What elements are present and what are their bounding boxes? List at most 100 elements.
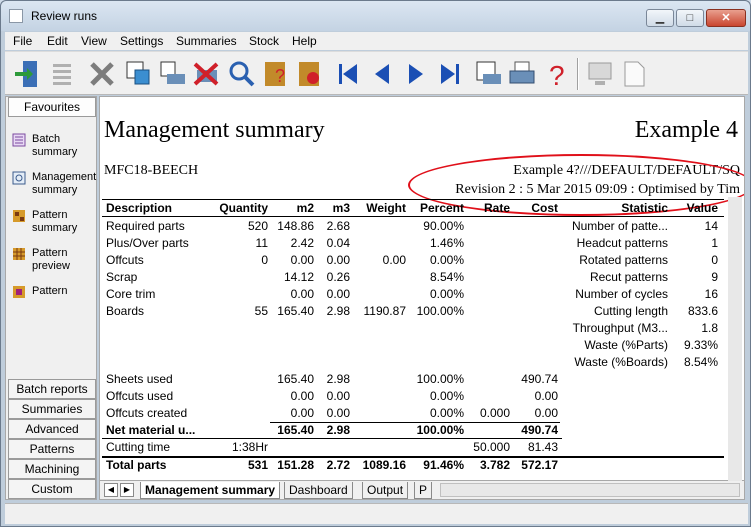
tab-batch-reports[interactable]: Batch reports — [8, 379, 96, 399]
total-parts-cell: 531 — [247, 458, 268, 472]
net-material-cell: 2.98 — [326, 423, 350, 437]
search-icon[interactable] — [227, 58, 257, 90]
toolbar: ? ? — [5, 51, 748, 95]
menu-view[interactable]: View — [81, 34, 107, 48]
column-header: Value — [686, 201, 718, 215]
menu-stock[interactable]: Stock — [249, 34, 279, 48]
statistic-name: Recut patterns — [589, 270, 668, 284]
statistic-value: 1.8 — [701, 321, 718, 335]
table-cell: 2.98 — [326, 372, 350, 386]
document-icon[interactable] — [619, 58, 649, 90]
table-cell: 0.00 — [326, 389, 350, 403]
table-cell — [464, 304, 510, 319]
table-cell: 0.00 — [382, 253, 406, 267]
first-icon[interactable] — [333, 58, 363, 90]
favourites-button[interactable]: Favourites — [8, 97, 96, 117]
statistic-name: Number of cycles — [575, 287, 668, 301]
column-header: Rate — [483, 201, 510, 215]
net-rule — [102, 438, 562, 439]
table-cell: 1.46% — [429, 236, 464, 250]
monitor-icon[interactable] — [585, 58, 615, 90]
sidebar: Favourites Batch summary Management summ… — [5, 96, 97, 500]
minimize-button[interactable]: ▁ — [646, 9, 674, 27]
total-parts-cell: 2.72 — [326, 458, 350, 472]
printer-icon[interactable] — [507, 58, 537, 90]
menu-help[interactable]: Help — [292, 34, 317, 48]
table-cell — [350, 372, 406, 387]
statistic-value: 0 — [711, 253, 718, 267]
table-cell — [464, 389, 510, 404]
delete-icon[interactable] — [87, 58, 117, 90]
column-header: Quantity — [219, 201, 268, 215]
sheet-tab-management-summary[interactable]: Management summary — [140, 482, 281, 499]
table-cell — [350, 287, 406, 302]
tab-machining[interactable]: Machining — [8, 459, 96, 479]
total-parts-cell: 572.17 — [521, 458, 558, 472]
close-button[interactable]: ✕ — [706, 9, 746, 27]
tab-prev-button[interactable]: ◀ — [104, 483, 118, 497]
statistic-value: 8.54% — [683, 355, 718, 369]
table-cell: 90.00% — [423, 219, 464, 233]
statistic-value: 9 — [711, 270, 718, 284]
table-cell: 0.00 — [534, 389, 558, 403]
table-cell: 0.00 — [290, 287, 314, 301]
vertical-scrollbar[interactable] — [728, 197, 742, 481]
table-cell: 100.00% — [416, 372, 464, 386]
table-top-rule — [102, 199, 724, 200]
table-cell: 490.74 — [521, 372, 558, 386]
pattern-print-icon[interactable] — [157, 58, 187, 90]
tab-advanced[interactable]: Advanced — [8, 419, 96, 439]
table-cell: 520 — [247, 219, 268, 233]
cancel-print-icon[interactable] — [191, 58, 221, 90]
table-cell: 0.00 — [534, 406, 558, 420]
menu-edit[interactable]: Edit — [47, 34, 68, 48]
table-cell: 1190.87 — [363, 304, 407, 318]
previous-icon[interactable] — [367, 58, 397, 90]
tab-summaries[interactable]: Summaries — [8, 399, 96, 419]
sheet-tab-bar: ◀ ▶ Management summary Dashboard Output … — [99, 481, 745, 500]
management-summary-icon — [12, 171, 26, 185]
table-cell — [206, 270, 268, 285]
table-cell: 0.00 — [290, 406, 314, 420]
table-cell: 0.000 — [479, 406, 510, 420]
query-icon[interactable]: ? — [261, 58, 291, 90]
sheet-tab-dashboard[interactable]: Dashboard — [284, 482, 353, 499]
horizontal-scrollbar[interactable] — [440, 483, 740, 497]
report-example: Example 4 — [634, 117, 738, 143]
help-icon[interactable]: ? — [541, 58, 571, 91]
menu-settings[interactable]: Settings — [120, 34, 163, 48]
table-cell — [510, 270, 558, 285]
table-cell: 8.54% — [429, 270, 464, 284]
statistic-name: Waste (%Parts) — [584, 338, 668, 352]
batch-summary-icon — [12, 133, 26, 147]
tab-next-button[interactable]: ▶ — [120, 483, 134, 497]
open-run-icon[interactable] — [13, 58, 43, 90]
tab-custom[interactable]: Custom — [8, 479, 96, 499]
table-cell — [464, 236, 510, 251]
list-icon[interactable] — [47, 58, 77, 90]
grid-print-icon[interactable] — [473, 58, 503, 90]
svg-text:?: ? — [549, 60, 565, 90]
statistic-name: Cutting length — [593, 304, 668, 318]
menu-file[interactable]: File — [13, 34, 32, 48]
report-icon[interactable] — [295, 58, 325, 90]
table-cell: 55 — [254, 304, 268, 318]
maximize-button[interactable]: □ — [676, 9, 704, 27]
report-area: Management summary Example 4 MFC18-BEECH… — [99, 96, 745, 481]
table-cell — [206, 406, 268, 421]
title-bar[interactable]: Review runs ▁ □ ✕ — [1, 1, 750, 31]
table-cell — [510, 287, 558, 302]
table-cell — [510, 304, 558, 319]
menu-summaries[interactable]: Summaries — [176, 34, 237, 48]
tab-patterns[interactable]: Patterns — [8, 439, 96, 459]
next-icon[interactable] — [401, 58, 431, 90]
sheet-tab-p[interactable]: P — [414, 482, 433, 499]
menu-bar: File Edit View Settings Summaries Stock … — [5, 32, 748, 50]
last-icon[interactable] — [435, 58, 465, 90]
table-cell: 2.98 — [326, 304, 350, 318]
board-name: MFC18-BEECH — [104, 163, 199, 178]
sheet-tab-output[interactable]: Output — [362, 482, 409, 499]
layout-icon[interactable] — [123, 58, 153, 90]
table-cell — [206, 287, 268, 302]
table-cell — [464, 372, 510, 387]
